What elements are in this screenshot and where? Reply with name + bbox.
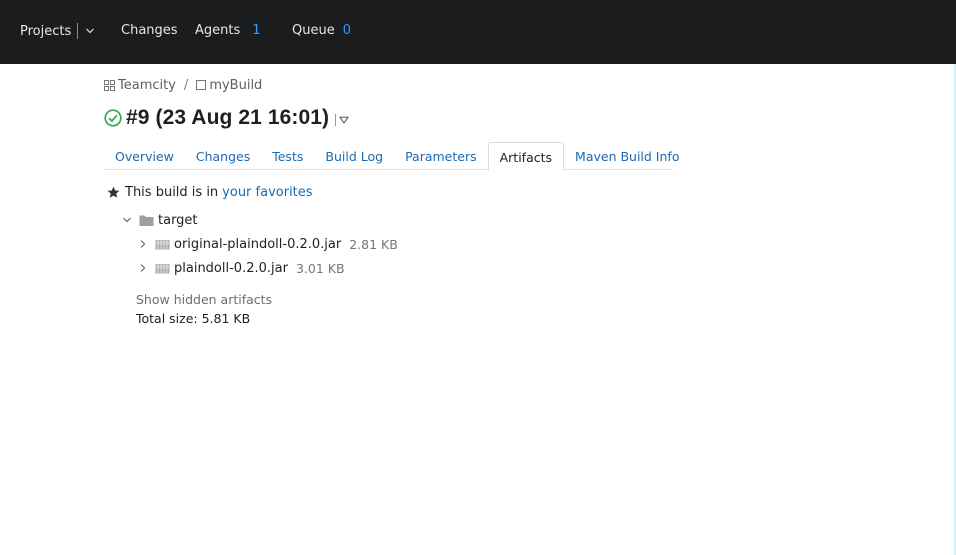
nav-agents[interactable]: Agents 1 xyxy=(195,23,261,38)
projects-label: Projects xyxy=(20,23,72,39)
total-size: Total size: 5.81 KB xyxy=(136,311,251,326)
nav-changes[interactable]: Changes xyxy=(121,23,178,38)
favorites-link[interactable]: your favorites xyxy=(222,185,312,200)
tab-changes[interactable]: Changes xyxy=(185,142,261,170)
agents-count-badge: 1 xyxy=(252,23,261,38)
build-title-row: #9 (23 Aug 21 16:01) xyxy=(104,104,350,132)
projects-menu[interactable]: Projects xyxy=(20,23,95,39)
breadcrumb-separator: / xyxy=(183,77,189,93)
tab-tests[interactable]: Tests xyxy=(261,142,314,170)
artifact-file-name: plaindoll-0.2.0.jar xyxy=(174,260,288,276)
artifact-file-row[interactable]: original-plaindoll-0.2.0.jar 2.81 KB xyxy=(137,235,398,253)
archive-icon xyxy=(155,239,170,249)
nav-agents-label: Agents xyxy=(195,23,241,38)
show-hidden-artifacts-link[interactable]: Show hidden artifacts xyxy=(136,292,272,307)
tab-overview[interactable]: Overview xyxy=(104,142,185,170)
artifact-folder-row[interactable]: target xyxy=(121,211,198,229)
artifact-folder-name: target xyxy=(158,212,198,228)
tab-maven-build-info[interactable]: Maven Build Info xyxy=(564,142,690,170)
folder-icon xyxy=(139,215,154,226)
build-config-icon xyxy=(196,80,207,90)
nav-queue-label: Queue xyxy=(292,23,335,38)
success-check-icon xyxy=(104,109,122,127)
actions-divider xyxy=(335,114,337,126)
projects-divider xyxy=(77,23,79,39)
chevron-down-icon[interactable] xyxy=(121,214,133,226)
nav-queue[interactable]: Queue 0 xyxy=(292,23,351,38)
build-tabs: Overview Changes Tests Build Log Paramet… xyxy=(104,142,679,171)
queue-count-badge: 0 xyxy=(342,23,351,38)
tab-build-log[interactable]: Build Log xyxy=(314,142,394,170)
breadcrumb-project-link[interactable]: Teamcity xyxy=(118,78,176,93)
favorites-notice: This build is in your favorites xyxy=(107,185,313,200)
archive-icon xyxy=(155,263,170,273)
nav-changes-label: Changes xyxy=(121,23,178,38)
triangle-down-icon[interactable] xyxy=(339,116,350,124)
breadcrumb: Teamcity / myBuild xyxy=(104,77,262,93)
artifact-file-size: 3.01 KB xyxy=(295,260,345,276)
favorites-text: This build is in xyxy=(125,185,219,200)
project-icon xyxy=(104,79,115,91)
chevron-right-icon[interactable] xyxy=(137,238,149,250)
artifact-file-size: 2.81 KB xyxy=(349,236,398,252)
tab-parameters[interactable]: Parameters xyxy=(394,142,488,170)
chevron-down-icon[interactable] xyxy=(85,26,95,36)
page-title: #9 (23 Aug 21 16:01) xyxy=(126,106,330,129)
star-icon[interactable] xyxy=(107,186,120,199)
top-navigation-bar: Projects Changes Agents 1 Queue 0 xyxy=(0,0,956,64)
artifact-file-name: original-plaindoll-0.2.0.jar xyxy=(174,236,342,252)
tab-artifacts[interactable]: Artifacts xyxy=(487,142,565,171)
breadcrumb-build-config-link[interactable]: myBuild xyxy=(209,78,262,93)
build-actions xyxy=(335,114,350,126)
artifact-file-row[interactable]: plaindoll-0.2.0.jar 3.01 KB xyxy=(137,259,345,277)
chevron-right-icon[interactable] xyxy=(137,262,149,274)
